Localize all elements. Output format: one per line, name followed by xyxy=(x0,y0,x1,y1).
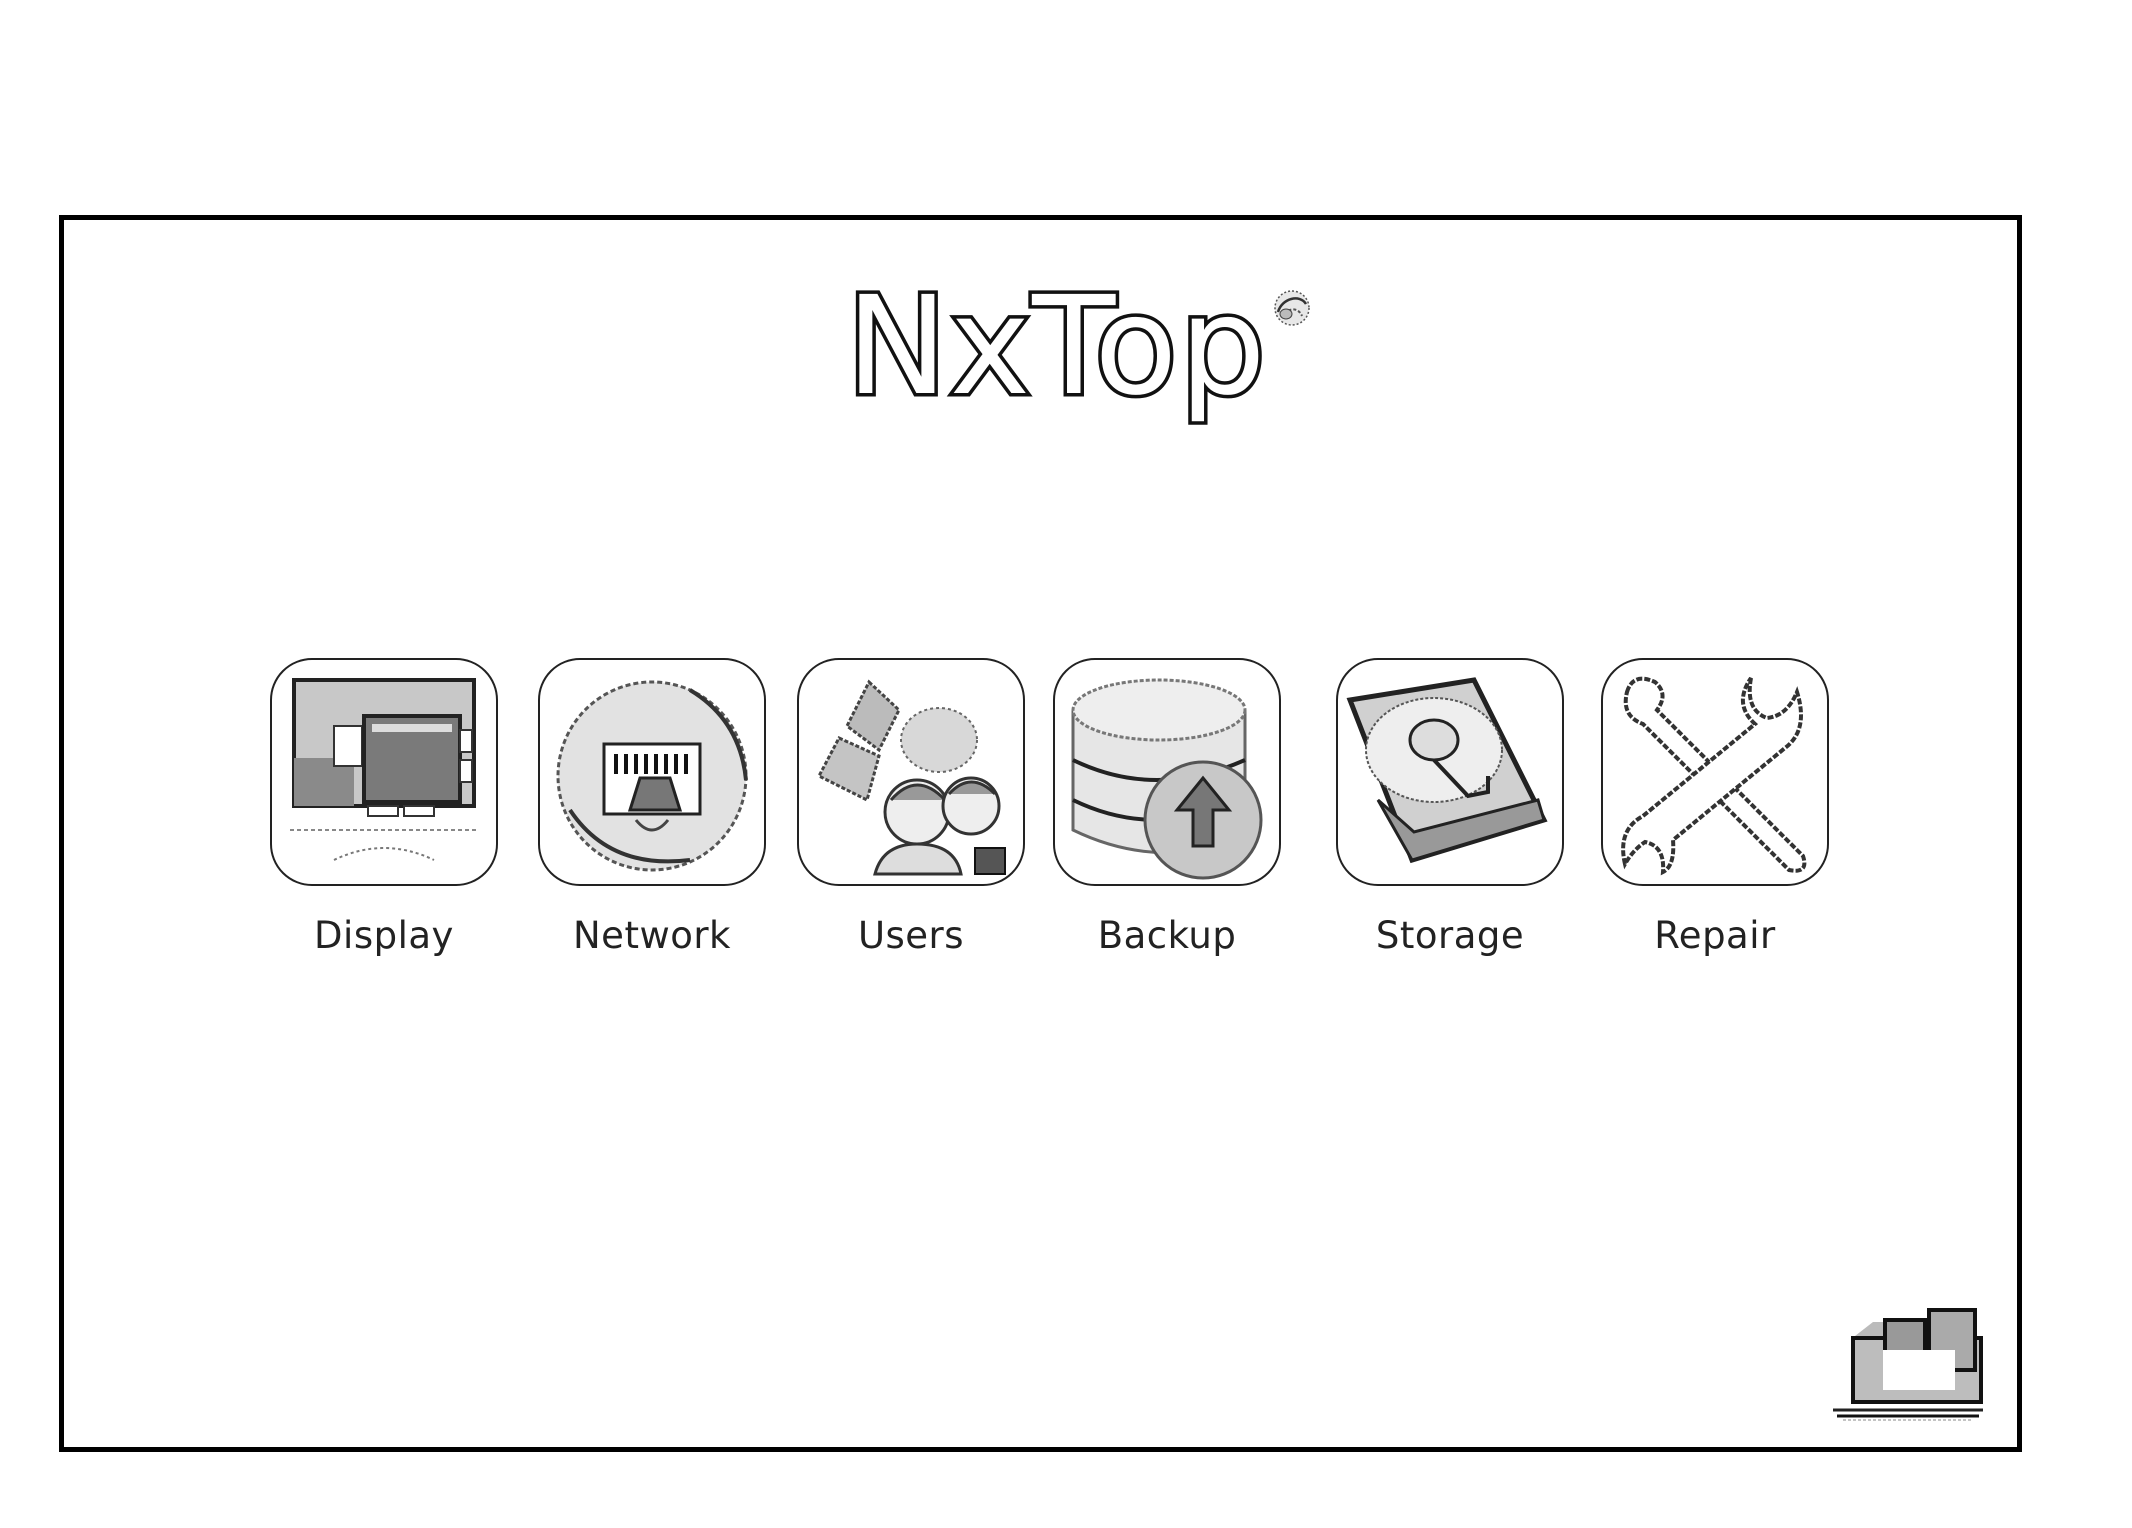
tile-users-label: Users xyxy=(857,914,965,957)
tile-storage[interactable]: Storage xyxy=(1336,658,1564,957)
settings-tiles: Display Network Users Backup Storage Rep… xyxy=(64,220,2017,1447)
network-globe-icon xyxy=(556,680,748,872)
monitor-icon xyxy=(290,678,478,861)
wrench-screwdriver-icon xyxy=(1621,676,1807,876)
database-backup-icon xyxy=(1071,678,1263,880)
laptop-desktop-icon xyxy=(1833,1308,1983,1421)
tile-backup-label: Backup xyxy=(1097,914,1237,957)
tile-display-label: Display xyxy=(314,914,454,957)
tile-backup[interactable]: Backup xyxy=(1053,658,1281,957)
tile-users[interactable]: Users xyxy=(797,658,1025,957)
tile-repair-label: Repair xyxy=(1654,914,1776,957)
tile-backup-button[interactable] xyxy=(1053,658,1281,886)
tile-display-button[interactable] xyxy=(270,658,498,886)
tile-network-button[interactable] xyxy=(538,658,766,886)
main-window: NxTop Display Network Users Backup Stora… xyxy=(59,215,2022,1452)
tile-repair[interactable]: Repair xyxy=(1601,658,1829,957)
tile-display[interactable]: Display xyxy=(270,658,498,957)
tile-network-label: Network xyxy=(573,914,731,957)
laptop-desktop-button[interactable] xyxy=(1823,1282,1983,1422)
tile-repair-button[interactable] xyxy=(1601,658,1829,886)
tile-network[interactable]: Network xyxy=(538,658,766,957)
tile-users-button[interactable] xyxy=(797,658,1025,886)
tile-storage-label: Storage xyxy=(1375,914,1525,957)
users-icon xyxy=(816,679,1006,876)
tile-storage-button[interactable] xyxy=(1336,658,1564,886)
hard-drive-icon xyxy=(1346,677,1548,864)
